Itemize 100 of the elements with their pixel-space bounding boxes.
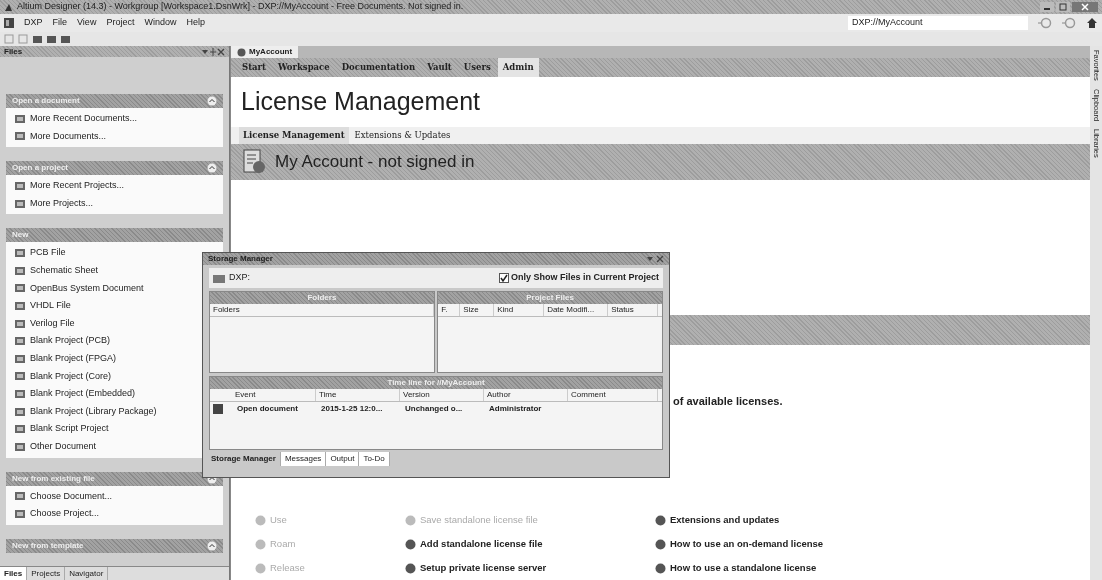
action-icon [405, 538, 416, 550]
panel-tab[interactable]: Projects [27, 567, 66, 580]
action-icon [655, 538, 666, 550]
sub-tab[interactable]: License Management [239, 127, 349, 144]
list-item[interactable]: Blank Script Project [6, 420, 113, 438]
list-item[interactable]: Verilog File [6, 314, 79, 333]
link-label: Save standalone license file [420, 512, 538, 527]
link-label: Setup private license server [420, 560, 547, 575]
collapse-icon[interactable] [207, 163, 217, 174]
window-title: Altium Designer (14.3) - Workgroup [Workspace1.DsnWrk] - DXP://MyAccount - Free Documents. Not signed in. [17, 0, 465, 14]
forward-icon[interactable] [1062, 17, 1076, 29]
list-item[interactable]: Blank Project (Library Package) [6, 402, 161, 421]
close-icon[interactable] [656, 255, 664, 263]
pin-icon[interactable] [209, 47, 217, 56]
account-title: My Account - not signed in [275, 151, 475, 174]
collapse-icon[interactable] [207, 540, 217, 551]
collapse-icon[interactable] [207, 96, 217, 106]
nav-tab[interactable]: Documentation [336, 58, 421, 77]
panel-tab[interactable]: Navigator [65, 567, 109, 580]
item-label: Blank Project (Embedded) [30, 387, 136, 401]
link-label: How to use an on-demand license [670, 536, 824, 551]
address-field[interactable]: DXP://MyAccount [848, 16, 1028, 30]
list-item[interactable]: Blank Project (Core) [6, 367, 116, 386]
action-link[interactable]: Add standalone license file [405, 532, 655, 556]
action-icon [255, 538, 266, 550]
item-label: More Projects... [30, 196, 94, 210]
document-icon [14, 247, 26, 260]
link-label: Release [270, 560, 305, 575]
document-icon [14, 423, 26, 436]
document-icon [14, 197, 26, 210]
close-icon[interactable] [1072, 2, 1098, 12]
dropdown-icon[interactable] [645, 255, 654, 263]
menu-item[interactable]: View [77, 16, 97, 30]
item-label: Other Document [30, 439, 97, 453]
link-label: Roam [270, 536, 296, 551]
column-header: Status [608, 304, 659, 316]
document-icon [14, 112, 26, 125]
action-icon [405, 514, 416, 526]
menu-item[interactable]: DXP [24, 16, 43, 30]
list-item[interactable]: Choose Document... [6, 487, 117, 506]
panel-header: Time line for //MyAccount [210, 377, 662, 389]
action-icon [655, 562, 666, 574]
section-title: New [12, 229, 29, 242]
list-item[interactable]: More Recent Projects... [6, 177, 129, 195]
action-icon [405, 562, 416, 574]
panel-tab[interactable]: To-Do [359, 452, 390, 466]
menu-item[interactable]: Help [186, 16, 205, 30]
item-label: Blank Script Project [30, 422, 109, 436]
menu-item[interactable]: Project [106, 16, 135, 30]
dropdown-icon[interactable] [201, 47, 209, 56]
close-icon[interactable] [217, 47, 225, 56]
item-label: Blank Project (Core) [30, 369, 112, 383]
item-label: VHDL File [30, 299, 71, 313]
list-item[interactable]: Choose Project... [6, 505, 104, 523]
item-label: Verilog File [30, 316, 75, 330]
document-tab[interactable]: MyAccount [231, 46, 299, 58]
nav-tab[interactable]: Start [237, 58, 271, 77]
minimize-icon[interactable] [1039, 2, 1054, 12]
item-label: Choose Project... [30, 507, 100, 521]
list-item[interactable]: VHDL File [6, 297, 75, 315]
document-icon [212, 404, 224, 414]
menu-item[interactable]: Window [144, 16, 177, 30]
column-header: Folders [210, 304, 434, 316]
menu-item[interactable]: File [52, 16, 68, 30]
nav-tab[interactable]: Admin [497, 58, 539, 77]
list-item[interactable]: Schematic Sheet [6, 261, 103, 280]
checkbox[interactable] [498, 273, 509, 283]
action-link[interactable]: How to use a standalone license [655, 556, 955, 580]
table-cell-text: Open document [236, 403, 299, 415]
list-item[interactable]: Blank Project (PCB) [6, 332, 115, 350]
list-item[interactable]: OpenBus System Document [6, 279, 148, 298]
nav-tab[interactable]: Workspace [273, 58, 335, 77]
link-label: Extensions and updates [670, 512, 780, 527]
page-heading: License Management [240, 85, 482, 117]
maximize-icon[interactable] [1055, 2, 1070, 12]
item-label: More Documents... [30, 129, 107, 143]
list-item[interactable]: More Documents... [6, 127, 111, 146]
nav-tab[interactable]: Vault [422, 58, 457, 77]
section-title: New from existing file [12, 472, 95, 485]
panel-tab[interactable]: Files [0, 567, 28, 580]
panel-tab[interactable]: Messages [280, 452, 327, 466]
list-item[interactable]: More Recent Documents... [6, 110, 142, 128]
column-header: Kind [494, 304, 545, 316]
list-item[interactable]: PCB File [6, 244, 70, 262]
action-link[interactable]: How to use an on-demand license [655, 532, 955, 556]
list-item[interactable]: Blank Project (FPGA) [6, 349, 121, 368]
item-label: More Recent Projects... [30, 179, 125, 193]
home-icon[interactable] [1086, 17, 1098, 29]
sub-tab[interactable]: Extensions & Updates [350, 127, 455, 144]
document-icon [14, 299, 26, 312]
list-item[interactable]: More Projects... [6, 194, 98, 213]
app-icon [4, 2, 13, 12]
list-item[interactable]: Blank Project (Embedded) [6, 385, 140, 403]
nav-tab[interactable]: Users [458, 58, 496, 77]
action-link[interactable]: Setup private license server [405, 556, 655, 580]
panel-tab[interactable]: Output [326, 452, 360, 466]
column-header: Version [400, 389, 484, 401]
action-link[interactable]: Extensions and updates [655, 508, 955, 532]
list-item[interactable]: Other Document [6, 437, 101, 456]
back-icon[interactable] [1038, 17, 1052, 29]
